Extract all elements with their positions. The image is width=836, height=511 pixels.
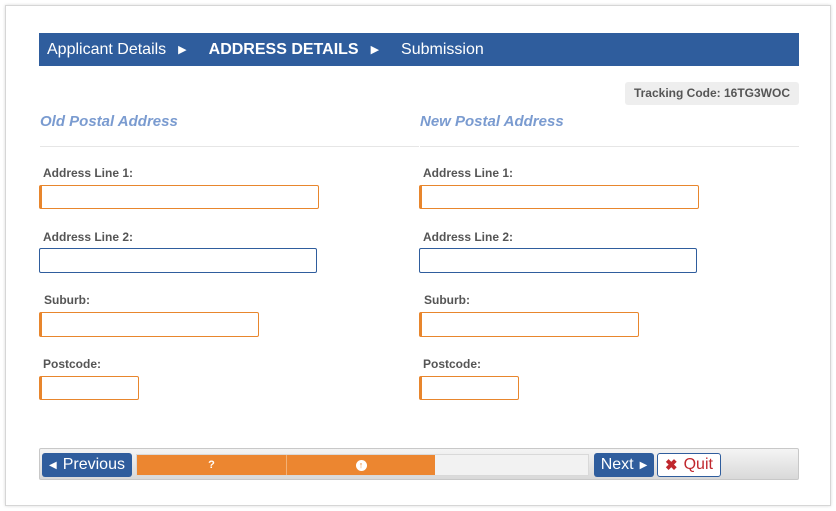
old-line1-label: Address Line 1: xyxy=(43,166,134,180)
old-address-line2-input[interactable] xyxy=(39,248,317,273)
new-address-line2-input[interactable] xyxy=(419,248,697,273)
old-postcode-label: Postcode: xyxy=(43,357,102,371)
previous-label: Previous xyxy=(62,456,125,473)
wizard-steps: Applicant Details ▶ ADDRESS DETAILS ▶ Su… xyxy=(39,33,799,66)
next-label: Next xyxy=(600,456,634,473)
arrow-up-circle-icon: ↑ xyxy=(355,459,367,471)
new-line1-label: Address Line 1: xyxy=(423,166,514,180)
divider xyxy=(40,146,419,147)
caret-right-icon: ▶ xyxy=(370,44,380,56)
new-postcode-input[interactable] xyxy=(419,376,519,400)
progress-step-1: ? xyxy=(137,455,287,475)
old-suburb-label: Suburb: xyxy=(44,293,90,307)
old-line2-label: Address Line 2: xyxy=(43,230,134,244)
tracking-code-badge: Tracking Code: 16TG3WOC xyxy=(624,82,799,105)
step-submission[interactable]: Submission xyxy=(401,41,484,59)
quit-label: Quit xyxy=(683,456,713,473)
step-label: ADDRESS DETAILS xyxy=(208,40,359,58)
new-suburb-input[interactable] xyxy=(419,312,639,337)
old-suburb-input[interactable] xyxy=(39,312,259,337)
old-address-line1-input[interactable] xyxy=(39,185,319,209)
caret-right-icon: ▶ xyxy=(178,44,187,56)
progress-step-3 xyxy=(435,455,588,475)
caret-right-icon: ▶ xyxy=(639,459,648,471)
question-mark-icon: ? xyxy=(208,459,215,471)
quit-button[interactable]: ✖ Quit xyxy=(657,453,721,477)
old-address-section: Old Postal Address xyxy=(40,110,420,147)
old-postcode-input[interactable] xyxy=(39,376,139,400)
caret-left-icon: ◀ xyxy=(49,459,57,471)
step-label: Submission xyxy=(401,40,484,58)
next-button[interactable]: Next ▶ xyxy=(594,453,654,477)
step-applicant-details[interactable]: Applicant Details ▶ xyxy=(47,41,209,59)
close-icon: ✖ xyxy=(665,457,678,474)
new-line2-label: Address Line 2: xyxy=(423,230,514,244)
old-address-title: Old Postal Address xyxy=(40,113,178,130)
divider xyxy=(420,146,799,147)
new-address-title: New Postal Address xyxy=(420,113,564,130)
step-label: Applicant Details xyxy=(47,40,167,58)
new-address-section: New Postal Address xyxy=(420,110,800,147)
new-address-line1-input[interactable] xyxy=(419,185,699,209)
progress-step-2: ↑ xyxy=(287,455,435,475)
previous-button[interactable]: ◀ Previous xyxy=(42,453,132,477)
wizard-nav-bar: ◀ Previous ? ↑ Next ▶ ✖ Quit xyxy=(39,448,799,480)
step-address-details[interactable]: ADDRESS DETAILS ▶ xyxy=(209,41,401,59)
progress-bar: ? ↑ xyxy=(136,454,589,476)
new-postcode-label: Postcode: xyxy=(423,357,482,371)
new-suburb-label: Suburb: xyxy=(424,293,470,307)
